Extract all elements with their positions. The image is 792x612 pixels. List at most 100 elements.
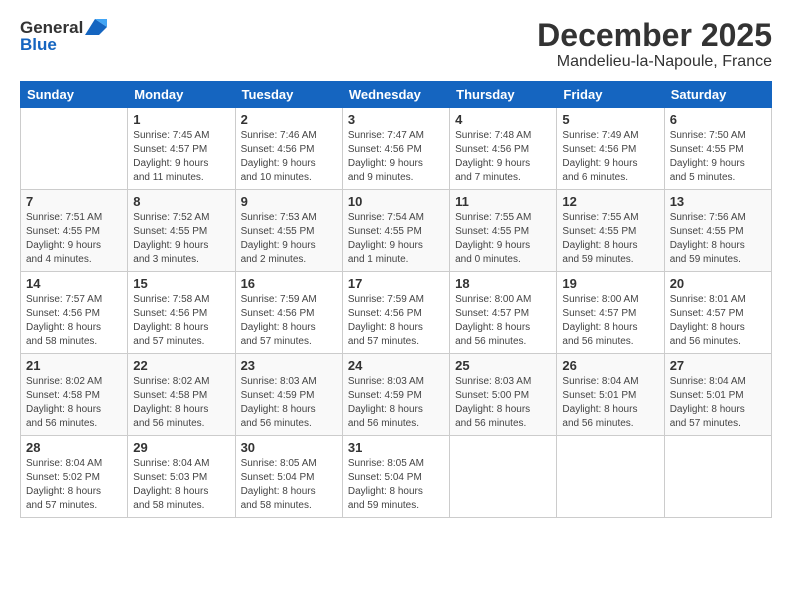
header-cell-sunday: Sunday xyxy=(21,82,128,108)
day-info: Sunrise: 7:57 AM Sunset: 4:56 PM Dayligh… xyxy=(26,293,122,349)
day-info: Sunrise: 7:49 AM Sunset: 4:56 PM Dayligh… xyxy=(562,129,658,185)
day-info: Sunrise: 7:48 AM Sunset: 4:56 PM Dayligh… xyxy=(455,129,551,185)
day-number: 8 xyxy=(133,194,229,209)
day-info: Sunrise: 8:00 AM Sunset: 4:57 PM Dayligh… xyxy=(562,293,658,349)
calendar-body: 1Sunrise: 7:45 AM Sunset: 4:57 PM Daylig… xyxy=(21,108,772,518)
week-row-2: 7 Sunrise: 7:51 AM Sunset: 4:55 PM Daylig… xyxy=(21,190,772,272)
logo-icon xyxy=(85,19,107,35)
week-row-3: 14 Sunrise: 7:57 AM Sunset: 4:56 PM Dayli… xyxy=(21,272,772,354)
logo-blue: Blue xyxy=(20,35,57,55)
day-number: 27 xyxy=(670,358,766,373)
calendar-cell xyxy=(450,436,557,518)
calendar-cell: 28 Sunrise: 8:04 AM Sunset: 5:02 PM Dayli… xyxy=(21,436,128,518)
day-number: 7 xyxy=(26,194,122,209)
header-row: SundayMondayTuesdayWednesdayThursdayFrid… xyxy=(21,82,772,108)
day-info: Sunrise: 8:05 AM Sunset: 5:04 PM Dayligh… xyxy=(241,457,337,513)
header-cell-tuesday: Tuesday xyxy=(235,82,342,108)
calendar-cell: 23 Sunrise: 8:03 AM Sunset: 4:59 PM Dayli… xyxy=(235,354,342,436)
day-number: 19 xyxy=(562,276,658,291)
calendar-table: SundayMondayTuesdayWednesdayThursdayFrid… xyxy=(20,81,772,518)
day-info: Sunrise: 7:55 AM Sunset: 4:55 PM Dayligh… xyxy=(455,211,551,267)
calendar-cell xyxy=(21,108,128,190)
calendar-cell: 20Sunrise: 8:01 AM Sunset: 4:57 PM Dayli… xyxy=(664,272,771,354)
day-info: Sunrise: 7:47 AM Sunset: 4:56 PM Dayligh… xyxy=(348,129,444,185)
calendar-cell: 1Sunrise: 7:45 AM Sunset: 4:57 PM Daylig… xyxy=(128,108,235,190)
day-info: Sunrise: 7:50 AM Sunset: 4:55 PM Dayligh… xyxy=(670,129,766,185)
day-number: 28 xyxy=(26,440,122,455)
day-number: 17 xyxy=(348,276,444,291)
day-info: Sunrise: 7:58 AM Sunset: 4:56 PM Dayligh… xyxy=(133,293,229,349)
calendar-cell: 11 Sunrise: 7:55 AM Sunset: 4:55 PM Dayli… xyxy=(450,190,557,272)
day-number: 24 xyxy=(348,358,444,373)
calendar-cell: 10 Sunrise: 7:54 AM Sunset: 4:55 PM Dayli… xyxy=(342,190,449,272)
day-info: Sunrise: 7:46 AM Sunset: 4:56 PM Dayligh… xyxy=(241,129,337,185)
day-info: Sunrise: 8:02 AM Sunset: 4:58 PM Dayligh… xyxy=(133,375,229,431)
day-info: Sunrise: 7:56 AM Sunset: 4:55 PM Dayligh… xyxy=(670,211,766,267)
day-info: Sunrise: 7:51 AM Sunset: 4:55 PM Dayligh… xyxy=(26,211,122,267)
header-cell-monday: Monday xyxy=(128,82,235,108)
location-title: Mandelieu-la-Napoule, France xyxy=(537,53,772,71)
day-info: Sunrise: 8:00 AM Sunset: 4:57 PM Dayligh… xyxy=(455,293,551,349)
week-row-1: 1Sunrise: 7:45 AM Sunset: 4:57 PM Daylig… xyxy=(21,108,772,190)
title-block: December 2025 Mandelieu-la-Napoule, Fran… xyxy=(537,18,772,71)
day-number: 4 xyxy=(455,112,551,127)
day-number: 23 xyxy=(241,358,337,373)
calendar-cell: 26 Sunrise: 8:04 AM Sunset: 5:01 PM Dayli… xyxy=(557,354,664,436)
calendar-cell: 16 Sunrise: 7:59 AM Sunset: 4:56 PM Dayli… xyxy=(235,272,342,354)
day-number: 15 xyxy=(133,276,229,291)
logo: General Blue xyxy=(20,18,107,55)
calendar-header: SundayMondayTuesdayWednesdayThursdayFrid… xyxy=(21,82,772,108)
header-cell-thursday: Thursday xyxy=(450,82,557,108)
day-info: Sunrise: 7:55 AM Sunset: 4:55 PM Dayligh… xyxy=(562,211,658,267)
calendar-cell xyxy=(557,436,664,518)
day-number: 11 xyxy=(455,194,551,209)
month-title: December 2025 xyxy=(537,18,772,53)
day-info: Sunrise: 7:52 AM Sunset: 4:55 PM Dayligh… xyxy=(133,211,229,267)
day-info: Sunrise: 7:59 AM Sunset: 4:56 PM Dayligh… xyxy=(348,293,444,349)
calendar-cell: 2 Sunrise: 7:46 AM Sunset: 4:56 PM Daylig… xyxy=(235,108,342,190)
calendar-cell: 24 Sunrise: 8:03 AM Sunset: 4:59 PM Dayli… xyxy=(342,354,449,436)
calendar-cell: 13 Sunrise: 7:56 AM Sunset: 4:55 PM Dayli… xyxy=(664,190,771,272)
week-row-4: 21 Sunrise: 8:02 AM Sunset: 4:58 PM Dayli… xyxy=(21,354,772,436)
day-number: 18 xyxy=(455,276,551,291)
calendar-cell: 22Sunrise: 8:02 AM Sunset: 4:58 PM Dayli… xyxy=(128,354,235,436)
week-row-5: 28 Sunrise: 8:04 AM Sunset: 5:02 PM Dayli… xyxy=(21,436,772,518)
header-cell-wednesday: Wednesday xyxy=(342,82,449,108)
day-number: 2 xyxy=(241,112,337,127)
day-number: 26 xyxy=(562,358,658,373)
day-info: Sunrise: 8:04 AM Sunset: 5:01 PM Dayligh… xyxy=(670,375,766,431)
day-number: 25 xyxy=(455,358,551,373)
day-number: 5 xyxy=(562,112,658,127)
day-number: 30 xyxy=(241,440,337,455)
day-info: Sunrise: 7:59 AM Sunset: 4:56 PM Dayligh… xyxy=(241,293,337,349)
day-number: 16 xyxy=(241,276,337,291)
day-info: Sunrise: 8:03 AM Sunset: 4:59 PM Dayligh… xyxy=(241,375,337,431)
day-info: Sunrise: 8:02 AM Sunset: 4:58 PM Dayligh… xyxy=(26,375,122,431)
calendar-cell: 27 Sunrise: 8:04 AM Sunset: 5:01 PM Dayli… xyxy=(664,354,771,436)
day-number: 13 xyxy=(670,194,766,209)
day-info: Sunrise: 8:03 AM Sunset: 4:59 PM Dayligh… xyxy=(348,375,444,431)
calendar-cell: 31Sunrise: 8:05 AM Sunset: 5:04 PM Dayli… xyxy=(342,436,449,518)
day-info: Sunrise: 8:04 AM Sunset: 5:02 PM Dayligh… xyxy=(26,457,122,513)
day-info: Sunrise: 8:03 AM Sunset: 5:00 PM Dayligh… xyxy=(455,375,551,431)
day-number: 21 xyxy=(26,358,122,373)
day-number: 9 xyxy=(241,194,337,209)
calendar-cell: 4 Sunrise: 7:48 AM Sunset: 4:56 PM Daylig… xyxy=(450,108,557,190)
calendar-cell: 12 Sunrise: 7:55 AM Sunset: 4:55 PM Dayli… xyxy=(557,190,664,272)
day-info: Sunrise: 7:53 AM Sunset: 4:55 PM Dayligh… xyxy=(241,211,337,267)
calendar-cell: 17 Sunrise: 7:59 AM Sunset: 4:56 PM Dayli… xyxy=(342,272,449,354)
calendar-cell: 18 Sunrise: 8:00 AM Sunset: 4:57 PM Dayli… xyxy=(450,272,557,354)
day-info: Sunrise: 8:04 AM Sunset: 5:01 PM Dayligh… xyxy=(562,375,658,431)
day-number: 20 xyxy=(670,276,766,291)
calendar-cell: 7 Sunrise: 7:51 AM Sunset: 4:55 PM Daylig… xyxy=(21,190,128,272)
calendar-cell: 25 Sunrise: 8:03 AM Sunset: 5:00 PM Dayli… xyxy=(450,354,557,436)
day-info: Sunrise: 8:05 AM Sunset: 5:04 PM Dayligh… xyxy=(348,457,444,513)
day-number: 14 xyxy=(26,276,122,291)
day-number: 10 xyxy=(348,194,444,209)
day-info: Sunrise: 7:45 AM Sunset: 4:57 PM Dayligh… xyxy=(133,129,229,185)
calendar-cell: 9 Sunrise: 7:53 AM Sunset: 4:55 PM Daylig… xyxy=(235,190,342,272)
day-number: 12 xyxy=(562,194,658,209)
day-info: Sunrise: 7:54 AM Sunset: 4:55 PM Dayligh… xyxy=(348,211,444,267)
calendar-cell: 5 Sunrise: 7:49 AM Sunset: 4:56 PM Daylig… xyxy=(557,108,664,190)
day-info: Sunrise: 8:04 AM Sunset: 5:03 PM Dayligh… xyxy=(133,457,229,513)
